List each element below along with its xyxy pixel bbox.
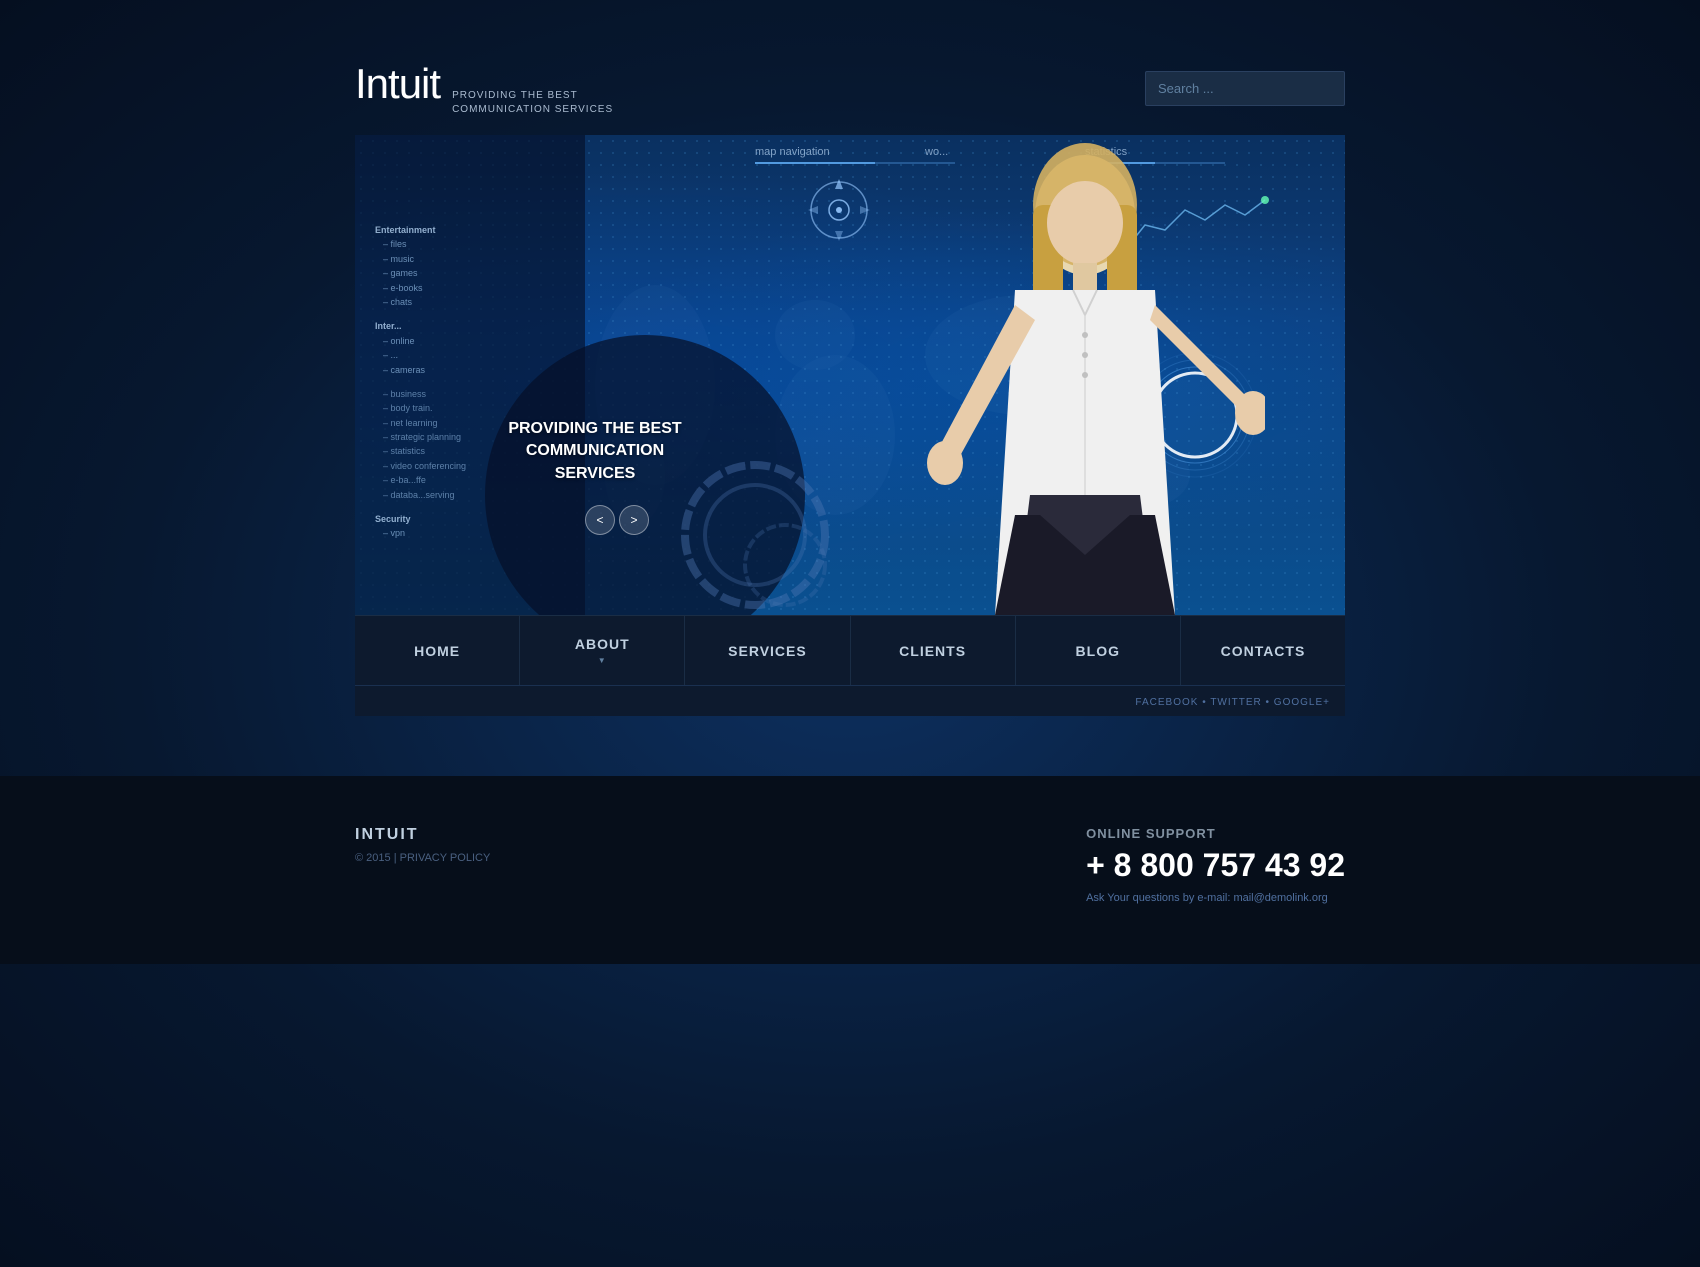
page-wrapper: Intuit PROVIDING THE BEST COMMUNICATION …	[0, 0, 1700, 716]
footer-copyright: © 2015 | PRIVACY POLICY	[355, 852, 490, 864]
search-box: 🔍	[1145, 71, 1345, 106]
support-label: ONLINE SUPPORT	[1086, 826, 1345, 841]
footer-right: ONLINE SUPPORT + 8 800 757 43 92 Ask You…	[1086, 826, 1345, 904]
social-bar: FACEBOOK • TWITTER • GOOGLE+	[355, 685, 1345, 716]
hero-text: PROVIDING THE BEST COMMUNICATION SERVICE…	[495, 418, 695, 485]
footer: INTUIT © 2015 | PRIVACY POLICY ONLINE SU…	[0, 776, 1700, 964]
footer-brand: INTUIT	[355, 826, 490, 844]
logo-tagline: PROVIDING THE BEST COMMUNICATION SERVICE…	[452, 89, 613, 117]
support-phone: + 8 800 757 43 92	[1086, 847, 1345, 884]
logo-area: Intuit PROVIDING THE BEST COMMUNICATION …	[355, 60, 613, 117]
nav-item-blog[interactable]: BLOG	[1016, 616, 1181, 685]
hero-container: map navigation wo... statistics	[355, 135, 1345, 615]
social-links[interactable]: FACEBOOK • TWITTER • GOOGLE+	[1135, 697, 1330, 708]
sidebar-category-entertainment: Entertainment	[375, 223, 466, 237]
slider-arrows: < >	[585, 505, 649, 535]
header: Intuit PROVIDING THE BEST COMMUNICATION …	[355, 60, 1345, 117]
prev-arrow[interactable]: <	[585, 505, 615, 535]
sidebar-category-security: Security	[375, 512, 466, 526]
person-svg	[885, 135, 1265, 615]
logo-text: Intuit	[355, 60, 440, 108]
search-input[interactable]	[1146, 73, 1345, 104]
nav-bar: HOME ABOUT ▼ SERVICES CLIENTS BLOG CONTA…	[355, 615, 1345, 685]
nav-item-services[interactable]: SERVICES	[685, 616, 850, 685]
sidebar-content: Entertainment – files – music – games – …	[375, 215, 466, 541]
nav-item-about[interactable]: ABOUT ▼	[520, 616, 685, 685]
nav-item-contacts[interactable]: CONTACTS	[1181, 616, 1345, 685]
footer-inner: INTUIT © 2015 | PRIVACY POLICY ONLINE SU…	[355, 826, 1345, 904]
nav-item-clients[interactable]: CLIENTS	[851, 616, 1016, 685]
hero-title: PROVIDING THE BEST COMMUNICATION SERVICE…	[495, 418, 695, 485]
chevron-down-icon: ▼	[598, 656, 607, 665]
nav-item-home[interactable]: HOME	[355, 616, 520, 685]
support-email: Ask Your questions by e-mail: mail@demol…	[1086, 892, 1345, 904]
person-figure	[885, 135, 1265, 615]
next-arrow[interactable]: >	[619, 505, 649, 535]
footer-left: INTUIT © 2015 | PRIVACY POLICY	[355, 826, 490, 864]
sidebar-category-inter: Inter...	[375, 319, 466, 333]
